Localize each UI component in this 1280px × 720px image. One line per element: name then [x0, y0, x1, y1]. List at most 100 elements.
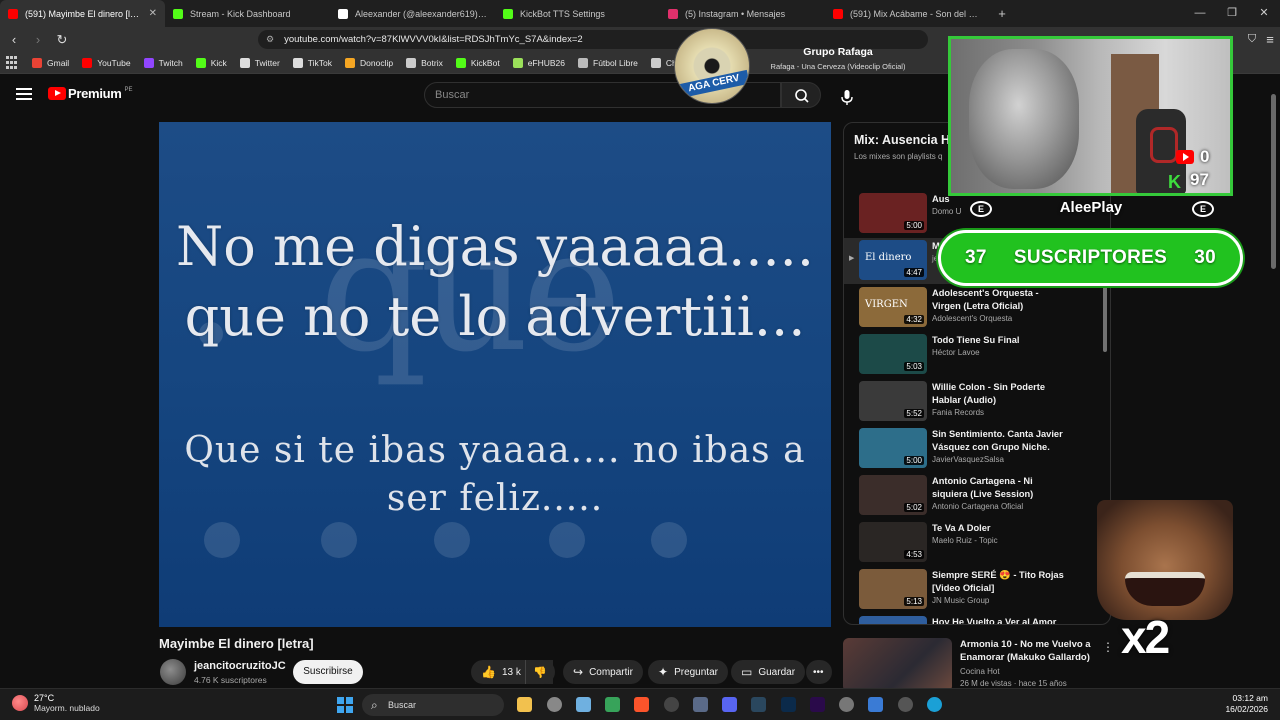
close-tab-icon[interactable]: ✕: [149, 8, 157, 19]
back-icon[interactable]: ‹: [4, 32, 24, 47]
playlist-thumbnail[interactable]: 5:13: [859, 569, 927, 609]
bookmark-item[interactable]: Donoclip: [345, 57, 393, 68]
premiere-icon[interactable]: [810, 697, 825, 712]
menu-hamburger-icon[interactable]: [16, 88, 32, 100]
youtube-logo[interactable]: Premium PE: [48, 86, 133, 101]
weather-icon: [12, 695, 28, 711]
bookmark-item[interactable]: Twitch: [143, 57, 183, 68]
bookmark-item[interactable]: KickBot: [455, 57, 500, 68]
taskbar-search[interactable]: Buscar: [362, 694, 504, 716]
playlist-item[interactable]: 5:02 Antonio Cartagena - Ni siquiera (Liv…: [844, 473, 1110, 519]
weather-widget[interactable]: 27°C Mayorm. nublado: [12, 693, 100, 713]
media-player-icon[interactable]: [898, 697, 913, 712]
playlist-thumbnail[interactable]: 5:52: [859, 381, 927, 421]
bookmark-item[interactable]: Fútbol Libre: [578, 57, 638, 68]
right-emblem-icon: E: [1192, 201, 1214, 217]
brave-browser-icon[interactable]: [634, 697, 649, 712]
more-actions-button[interactable]: •••: [806, 660, 832, 684]
browser-tab[interactable]: KickBot TTS Settings: [495, 0, 660, 27]
playlist-thumbnail[interactable]: 5:00: [859, 428, 927, 468]
minimize-icon[interactable]: —: [1184, 0, 1216, 27]
video-player[interactable]: que No me digas yaaaaa..... que no te lo…: [159, 122, 831, 627]
brave-shield-icon[interactable]: ⛉: [1242, 33, 1262, 46]
playlist-item[interactable]: 5:03 Todo Tiene Su Final Héctor Lavoe: [844, 332, 1110, 378]
bookmark-label: TikTok: [307, 57, 333, 68]
save-button[interactable]: ▭ Guardar: [731, 660, 806, 684]
windows-start-icon[interactable]: [337, 697, 353, 713]
file-explorer-icon[interactable]: [517, 697, 532, 712]
playlist-item-title[interactable]: Willie Colon - Sin Poderte Hablar (Audio…: [932, 381, 1067, 407]
new-tab-icon[interactable]: +: [990, 6, 1014, 21]
playlist-thumbnail[interactable]: VIRGEN 4:32: [859, 287, 927, 327]
close-window-icon[interactable]: ✕: [1248, 0, 1280, 27]
bookmark-item[interactable]: YouTube: [82, 57, 131, 68]
browser-tab[interactable]: Aleexander (@aleexander619) | TikTok: [330, 0, 495, 27]
edge-icon[interactable]: [927, 697, 942, 712]
channel-avatar[interactable]: [160, 659, 186, 685]
site-settings-icon[interactable]: ⚙: [266, 34, 274, 45]
playlist-thumbnail[interactable]: 5:03: [859, 334, 927, 374]
playlist-item[interactable]: 5:13 Siempre SERÉ 😍 - Tito Rojas [Video O…: [844, 567, 1110, 613]
browser-tab[interactable]: (591) Mix Acábame - Son del Duke: [825, 0, 990, 27]
bookmark-item[interactable]: Kick: [195, 57, 227, 68]
menu-icon[interactable]: ≡: [1260, 32, 1280, 47]
reload-icon[interactable]: ↻: [52, 32, 72, 48]
video-duration: 5:52: [904, 409, 924, 418]
bookmark-item[interactable]: eFHUB26: [512, 57, 565, 68]
playlist-item[interactable]: 4:53 Te Va A Doler Maelo Ruiz - Topic: [844, 520, 1110, 566]
restore-icon[interactable]: ❐: [1216, 0, 1248, 27]
calculator-icon[interactable]: [693, 697, 708, 712]
playlist-item-title[interactable]: Te Va A Doler: [932, 522, 1067, 535]
tab-favicon-icon: [338, 8, 348, 19]
playlist-item-title[interactable]: Todo Tiene Su Final: [932, 334, 1067, 347]
steam-icon[interactable]: [751, 697, 766, 712]
page-scrollbar[interactable]: [1271, 94, 1276, 269]
playlist-thumbnail[interactable]: 5:02: [859, 475, 927, 515]
forward-icon[interactable]: ›: [28, 32, 48, 47]
app-icon[interactable]: [605, 697, 620, 712]
bookmark-item[interactable]: TikTok: [292, 57, 333, 68]
bookmark-favicon-icon: [292, 57, 303, 68]
related-video[interactable]: Armonia 10 - No me Vuelvo a Enamorar (Ma…: [843, 638, 1114, 688]
playlist-thumbnail[interactable]: El dinero 4:47: [859, 240, 927, 280]
bookmark-label: Twitter: [254, 57, 280, 68]
subscribe-button[interactable]: Suscribirse: [293, 660, 363, 684]
playlist-item[interactable]: VIRGEN 4:32 Adolescent's Orquesta - Virgen…: [844, 285, 1110, 331]
video-duration: 4:53: [904, 550, 924, 559]
playlist-item[interactable]: 5:00 Sin Sentimiento. Canta Javier Vásque…: [844, 426, 1110, 472]
related-title[interactable]: Armonia 10 - No me Vuelvo a Enamorar (Ma…: [960, 638, 1100, 664]
notes-icon[interactable]: [868, 697, 883, 712]
apps-grid-icon[interactable]: [6, 55, 20, 70]
playlist-item[interactable]: 5:26Hoy He Vuelto a Ver al AmorORQUESTA …: [844, 614, 1110, 624]
lyrics-sub: Que si te ibas yaaaa.... no ibas a ser f…: [184, 430, 806, 519]
playlist-thumbnail[interactable]: 5:26: [859, 616, 927, 624]
playlist-item-title[interactable]: Adolescent's Orquesta - Virgen (Letra Of…: [932, 287, 1067, 313]
dislike-button[interactable]: 👎: [525, 660, 555, 684]
chrome-icon[interactable]: [547, 697, 562, 712]
browser-tab[interactable]: (591) Mayimbe El dinero [letra] ✕: [0, 0, 165, 27]
playlist-thumbnail[interactable]: 4:53: [859, 522, 927, 562]
bookmark-item[interactable]: Gmail: [32, 57, 69, 68]
decor-dot: [549, 522, 585, 558]
browser-tab[interactable]: (5) Instagram • Mensajes: [660, 0, 825, 27]
share-button[interactable]: ↪ Compartir: [563, 660, 643, 684]
playlist-item[interactable]: 5:52 Willie Colon - Sin Poderte Hablar (A…: [844, 379, 1110, 425]
browser-tab[interactable]: Stream - Kick Dashboard: [165, 0, 330, 27]
settings-icon[interactable]: [839, 697, 854, 712]
bookmark-item[interactable]: Botrix: [406, 57, 443, 68]
ask-button[interactable]: ✦ Preguntar: [648, 660, 728, 684]
photoshop-icon[interactable]: [781, 697, 796, 712]
app-icon[interactable]: [664, 697, 679, 712]
app-icon[interactable]: [576, 697, 591, 712]
playlist-thumbnail[interactable]: 5:00: [859, 193, 927, 233]
playlist-item-title[interactable]: Sin Sentimiento. Canta Javier Vásquez co…: [932, 428, 1067, 454]
meme-multiplier: x2: [1121, 611, 1170, 663]
related-thumbnail[interactable]: [843, 638, 952, 688]
bookmark-item[interactable]: Twitter: [239, 57, 280, 68]
playlist-item-title[interactable]: Antonio Cartagena - Ni siquiera (Live Se…: [932, 475, 1067, 501]
playlist-item-title[interactable]: Hoy He Vuelto a Ver al Amor: [932, 616, 1067, 624]
system-clock[interactable]: 03:12 am 16/02/2026: [1225, 693, 1268, 715]
channel-name[interactable]: jeancitocruzitoJC: [194, 660, 286, 672]
playlist-item-title[interactable]: Siempre SERÉ 😍 - Tito Rojas [Video Ofici…: [932, 569, 1067, 595]
discord-icon[interactable]: [722, 697, 737, 712]
